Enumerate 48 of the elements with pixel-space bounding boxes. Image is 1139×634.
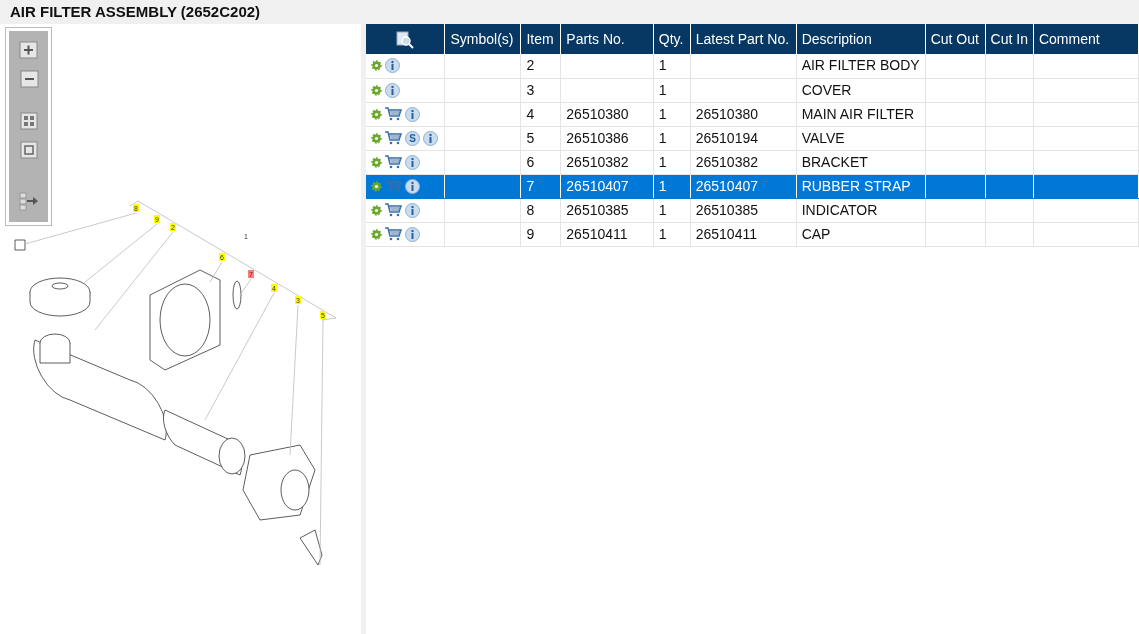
table-cell: 4: [526, 105, 535, 122]
table-cell: 2: [526, 57, 535, 74]
table-cell: BRACKET: [801, 153, 868, 170]
page-title: AIR FILTER ASSEMBLY (2652C202): [9, 2, 262, 22]
table-cell: 26510411: [566, 225, 628, 242]
table-cell: 1: [658, 129, 667, 146]
table-cell: 26510380: [566, 105, 629, 122]
column-header[interactable]: Latest Part No.: [690, 24, 797, 54]
column-header[interactable]: Item: [520, 24, 561, 54]
table-cell: 1: [658, 201, 667, 218]
column-header[interactable]: Cut In: [985, 24, 1034, 54]
table-cell: VALVE: [801, 129, 845, 146]
table-cell: MAIN AIR FILTER: [801, 105, 915, 122]
table-cell: AIR FILTER BODY: [801, 57, 920, 74]
row-selection-cell[interactable]: S: [366, 126, 445, 150]
table-cell: 1: [658, 81, 667, 98]
table-cell: 26510385: [566, 201, 629, 218]
table-cell: 26510411: [695, 225, 757, 242]
table-cell: 1: [658, 153, 667, 170]
table-cell: 26510407: [566, 177, 629, 194]
table-cell: 8: [526, 201, 535, 218]
table-cell: 3: [526, 81, 535, 98]
table-cell: 1: [658, 57, 667, 74]
s-badge[interactable]: S: [405, 130, 420, 146]
table-cell: RUBBER STRAP: [801, 177, 911, 194]
table-cell: 5: [526, 129, 535, 146]
table-cell: 26510382: [695, 153, 758, 170]
column-header[interactable]: Parts No.: [560, 24, 654, 54]
table-cell: 1: [658, 105, 667, 122]
table-cell: 26510380: [695, 105, 758, 122]
table-cell: 1: [658, 225, 667, 242]
column-header[interactable]: Comment: [1033, 24, 1139, 54]
table-cell: COVER: [801, 81, 852, 98]
column-header[interactable]: Description: [796, 24, 926, 54]
column-header[interactable]: Cut Out: [925, 24, 986, 54]
table-cell: 6: [526, 153, 535, 170]
table-cell: 1: [658, 177, 667, 194]
table-cell: CAP: [801, 225, 831, 242]
table-cell: 26510385: [695, 201, 758, 218]
table-cell: 26510407: [695, 177, 758, 194]
table-cell: 9: [526, 225, 535, 242]
table-cell: INDICATOR: [801, 201, 878, 218]
table-cell: 26510386: [566, 129, 629, 146]
column-header[interactable]: Symbol(s): [444, 24, 521, 54]
table-cell: 7: [526, 177, 535, 194]
column-header[interactable]: Qty.: [653, 24, 691, 54]
table-cell: 26510194: [695, 129, 758, 146]
table-cell: 26510382: [566, 153, 629, 170]
